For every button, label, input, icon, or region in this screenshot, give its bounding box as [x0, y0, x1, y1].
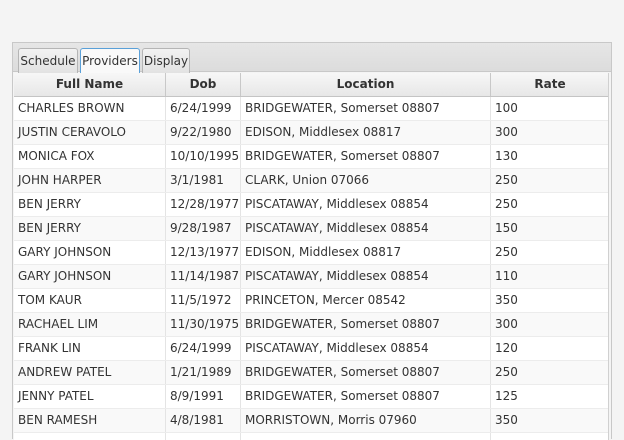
cell-dob: 12/13/1977 — [166, 241, 241, 264]
table-row[interactable]: GARY JOHNSON 12/13/1977 EDISON, Middlesex … — [14, 241, 608, 265]
column-header-full-name[interactable]: Full Name — [14, 73, 166, 96]
cell-full-name: TOM KAUR — [14, 289, 166, 312]
table-row[interactable]: ANDREW PATEL 1/21/1989 BRIDGEWATER, Somers… — [14, 361, 608, 385]
table-row[interactable]: CHARLES BROWN 6/24/1999 BRIDGEWATER, Somer… — [14, 97, 608, 121]
cell-rate: 110 — [495, 269, 518, 283]
table-header: Full Name Dob Location Rate — [14, 73, 608, 97]
cell-dob: 6/24/1999 — [166, 97, 241, 120]
cell-full-name: ANDREW PATEL — [14, 361, 166, 384]
cell-rate: 250 — [495, 173, 518, 187]
cell-location: BRIDGEWATER, Somerset 08807 — [241, 313, 491, 336]
table-row[interactable]: BEN JERRY 9/28/1987 PISCATAWAY, Middlesex … — [14, 217, 608, 241]
cell-dob: 4/8/1981 — [166, 409, 241, 432]
providers-table[interactable]: Full Name Dob Location Rate CHARLES BROW… — [14, 73, 609, 440]
table-row[interactable]: GARY JOHNSON 11/14/1987 PISCATAWAY, Middle… — [14, 265, 608, 289]
cell-dob: 9/28/1987 — [166, 217, 241, 240]
cell-full-name: GARY JOHNSON — [14, 241, 166, 264]
cell-full-name: BEN RAMESH — [14, 409, 166, 432]
table-row[interactable]: TOM KAUR 11/5/1972 PRINCETON, Mercer 08542… — [14, 289, 608, 313]
cell-full-name: BEN JERRY — [14, 217, 166, 240]
cell-location: PISCATAWAY, Middlesex 08854 — [241, 265, 491, 288]
cell-full-name: BEN JERRY — [14, 193, 166, 216]
cell-rate: 250 — [495, 245, 518, 259]
cell-location: PISCATAWAY, Middlesex 08854 — [241, 193, 491, 216]
table-row[interactable]: RACHAEL LIM 11/30/1975 BRIDGEWATER, Somers… — [14, 313, 608, 337]
table-row[interactable]: JENNY PATEL 8/9/1991 BRIDGEWATER, Somerset… — [14, 385, 608, 409]
tab-header: Schedule Providers Display — [13, 43, 611, 74]
tab-schedule[interactable]: Schedule — [18, 48, 78, 73]
cell-rate: 250 — [495, 197, 518, 211]
tab-providers[interactable]: Providers — [80, 48, 140, 74]
tab-display[interactable]: Display — [142, 48, 190, 73]
cell-rate: 125 — [495, 389, 518, 403]
cell-dob: 8/9/1991 — [166, 385, 241, 408]
cell-location: PISCATAWAY, Middlesex 08854 — [241, 217, 491, 240]
cell-location: BRIDGEWATER, Somerset 08807 — [241, 97, 491, 120]
cell-rate: 150 — [495, 221, 518, 235]
cell-dob: 10/10/1995 — [166, 145, 241, 168]
table-row[interactable]: BEN RAMESH 4/8/1981 MORRISTOWN, Morris 079… — [14, 409, 608, 433]
cell-full-name: JOHN HARPER — [14, 169, 166, 192]
cell-rate: 300 — [495, 317, 518, 331]
cell-location: BRIDGEWATER, Somerset 08807 — [241, 385, 491, 408]
cell-rate: 300 — [495, 125, 518, 139]
cell-rate: 130 — [495, 149, 518, 163]
table-body: CHARLES BROWN 6/24/1999 BRIDGEWATER, Somer… — [14, 97, 608, 440]
cell-rate: 350 — [495, 293, 518, 307]
cell-location: MORRISTOWN, Morris 07960 — [241, 409, 491, 432]
cell-dob: 6/24/1999 — [166, 337, 241, 360]
cell-rate: 350 — [495, 413, 518, 427]
cell-dob: 3/1/1981 — [166, 169, 241, 192]
cell-rate: 100 — [495, 101, 518, 115]
column-header-rate[interactable]: Rate — [491, 73, 608, 96]
cell-dob: 12/28/1977 — [166, 193, 241, 216]
cell-location: BRIDGEWATER, Somerset 08807 — [241, 361, 491, 384]
cell-location: PRINCETON, Mercer 08542 — [241, 289, 491, 312]
cell-full-name: GARY JOHNSON — [14, 265, 166, 288]
cell-rate: 250 — [495, 365, 518, 379]
table-row[interactable]: FRANK LIN 6/24/1999 PISCATAWAY, Middlesex … — [14, 337, 608, 361]
column-header-dob[interactable]: Dob — [166, 73, 241, 96]
cell-dob: 9/22/1980 — [166, 121, 241, 144]
cell-full-name: MONICA FOX — [14, 145, 166, 168]
cell-rate: 120 — [495, 341, 518, 355]
cell-location: EDISON, Middlesex 08817 — [241, 241, 491, 264]
table-row[interactable]: JUSTIN CERAVOLO 9/22/1980 EDISON, Middlese… — [14, 121, 608, 145]
cell-full-name: JUSTIN CERAVOLO — [14, 121, 166, 144]
table-row[interactable]: JOHN HARPER 3/1/1981 CLARK, Union 07066 250 — [14, 169, 608, 193]
cell-location: PISCATAWAY, Middlesex 08854 — [241, 337, 491, 360]
cell-full-name: FRANK LIN — [14, 337, 166, 360]
table-row[interactable]: MONICA FOX 10/10/1995 BRIDGEWATER, Somerse… — [14, 145, 608, 169]
cell-full-name: CHARLES BROWN — [14, 97, 166, 120]
cell-dob: 11/14/1987 — [166, 265, 241, 288]
cell-location: CLARK, Union 07066 — [241, 169, 491, 192]
table-row[interactable]: BEN JERRY 12/28/1977 PISCATAWAY, Middlesex… — [14, 193, 608, 217]
cell-location: BRIDGEWATER, Somerset 08807 — [241, 145, 491, 168]
cell-location: EDISON, Middlesex 08817 — [241, 121, 491, 144]
tab-pane: Schedule Providers Display Full Name Dob… — [12, 42, 612, 440]
column-header-location[interactable]: Location — [241, 73, 491, 96]
cell-dob: 1/21/1989 — [166, 361, 241, 384]
cell-dob: 11/30/1975 — [166, 313, 241, 336]
cell-full-name: RACHAEL LIM — [14, 313, 166, 336]
cell-dob: 11/5/1972 — [166, 289, 241, 312]
cell-full-name: JENNY PATEL — [14, 385, 166, 408]
